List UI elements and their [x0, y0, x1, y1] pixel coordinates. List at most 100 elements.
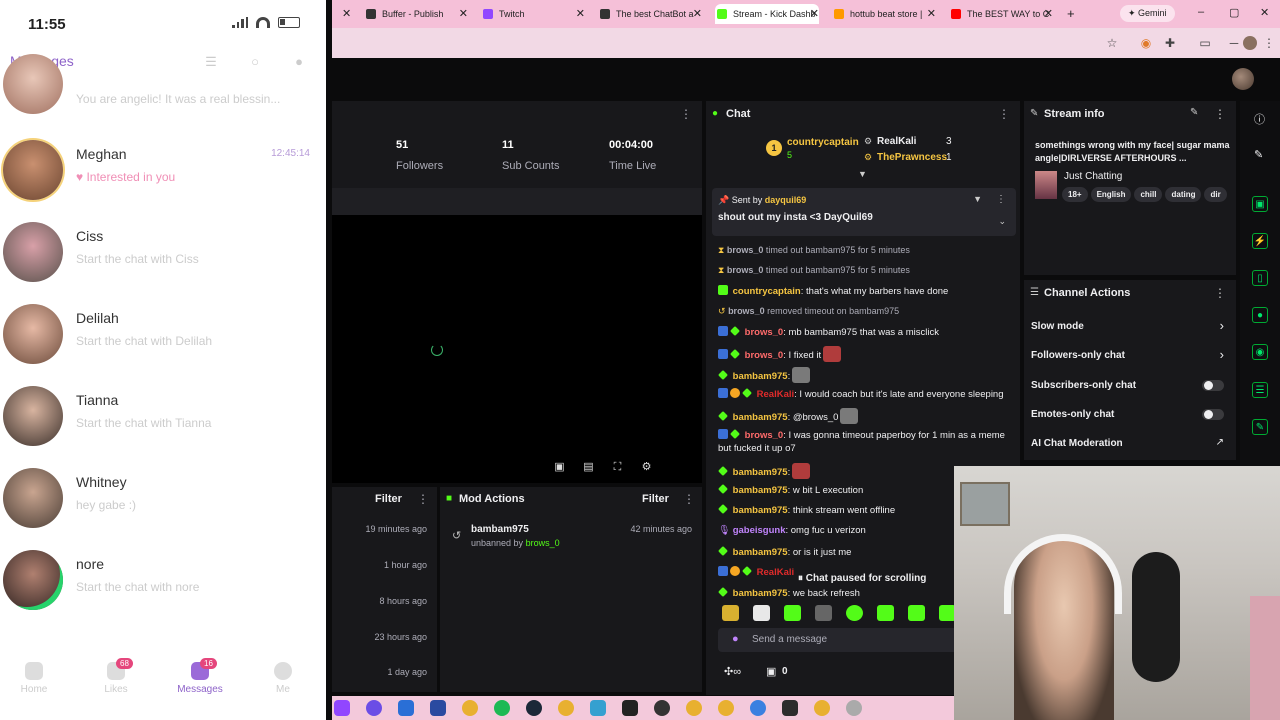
close-tab-icon[interactable]: ✕ — [693, 4, 702, 24]
gemini-button[interactable]: ✦ Gemini — [1120, 5, 1175, 22]
stream-preview[interactable] — [332, 215, 702, 483]
filter-button[interactable]: Filter — [375, 493, 402, 505]
browser-tab[interactable]: The BEST WAY to C ✕ — [949, 4, 1053, 24]
category-thumbnail[interactable] — [1035, 171, 1057, 199]
chat-user[interactable]: RealKali — [757, 389, 795, 400]
browser-app-icon[interactable] — [750, 700, 766, 716]
emote-image[interactable] — [753, 605, 770, 621]
top-chatter-name[interactable]: ThePrawncess — [877, 152, 947, 163]
nav-messages[interactable]: 16 Messages — [172, 658, 228, 695]
stream-title-text[interactable]: somethings wrong with my face| sugar mam… — [1035, 139, 1231, 165]
panel-menu-icon[interactable]: ⋮ — [1214, 107, 1226, 121]
extensions-icon[interactable]: ✚ — [1163, 36, 1177, 50]
edit-icon[interactable]: ✎ — [1190, 107, 1198, 118]
contact-row[interactable]: Ciss Start the chat with Ciss — [0, 222, 326, 304]
address-bar[interactable]: ☆ ◉ ✚ ▭ ─ ⋮ — [332, 28, 1280, 58]
chrome-app-icon[interactable] — [718, 700, 734, 716]
nav-home[interactable]: Home — [6, 662, 62, 695]
panel-menu-icon[interactable]: ⋮ — [683, 492, 695, 506]
close-tab-icon[interactable]: ✕ — [927, 4, 936, 24]
minimize-icon[interactable]: – — [1198, 6, 1204, 18]
emotes-only-toggle[interactable] — [1202, 409, 1224, 420]
tag[interactable]: dir — [1204, 187, 1227, 202]
chat-user[interactable]: brows_0 — [727, 245, 764, 255]
twitch-app-icon[interactable] — [334, 700, 350, 716]
panel-menu-icon[interactable]: ⋮ — [680, 107, 692, 121]
pencil-icon[interactable]: ✎ — [1254, 148, 1263, 161]
chat-user[interactable]: bambam975 — [733, 588, 788, 599]
contact-row[interactable]: Delilah Start the chat with Delilah — [0, 304, 326, 386]
emote-image[interactable] — [846, 605, 863, 621]
pinned-message[interactable]: 📌 Sent by dayquil69 shout out my insta <… — [712, 188, 1016, 236]
chrome-app-icon[interactable] — [814, 700, 830, 716]
new-tab-icon[interactable]: + — [1067, 6, 1075, 21]
bolt-icon[interactable]: ⚡ — [1252, 233, 1268, 249]
contact-row[interactable]: Tianna Start the chat with Tianna — [0, 386, 326, 468]
top-chatter-name[interactable]: RealKali — [877, 136, 916, 147]
mod-action-user[interactable]: bambam975 — [471, 524, 529, 535]
emote-image[interactable] — [908, 605, 925, 621]
chevron-right-icon[interactable]: › — [1220, 318, 1224, 333]
chat-menu-icon[interactable]: ⋮ — [998, 107, 1010, 121]
chat-user[interactable]: brows_0 — [745, 350, 784, 361]
panel-menu-icon[interactable]: ⋮ — [1214, 286, 1226, 300]
bookmark-star-icon[interactable]: ☆ — [1105, 36, 1119, 50]
subscribers-only-toggle[interactable] — [1202, 380, 1224, 391]
external-link-icon[interactable]: ↗ — [1216, 437, 1224, 448]
window-app-icon[interactable] — [398, 700, 414, 716]
contact-row[interactable]: You are angelic! It was a real blessin..… — [0, 54, 326, 148]
browser-tab-active[interactable]: Stream - Kick Dashb ✕ — [715, 4, 819, 24]
followers-only-item[interactable]: Followers-only chat — [1031, 350, 1125, 361]
popout-icon[interactable]: ▤ — [582, 461, 595, 474]
chat-user[interactable]: brows_0 — [745, 327, 784, 338]
settings-app-icon[interactable] — [846, 700, 862, 716]
maximize-icon[interactable]: ▢ — [1229, 6, 1239, 19]
chat-paused-banner[interactable]: ⏸ Chat paused for scrolling — [798, 573, 926, 584]
terminal-app-icon[interactable] — [782, 700, 798, 716]
theatre-mode-icon[interactable]: ▣ — [553, 461, 566, 474]
vscode-app-icon[interactable] — [430, 700, 446, 716]
chat-user[interactable]: gabeisgunk — [733, 525, 786, 536]
mod-action-by[interactable]: brows_0 — [526, 538, 560, 548]
panel-menu-icon[interactable]: ⋮ — [417, 492, 429, 506]
chat-user[interactable]: brows_0 — [728, 306, 765, 316]
browser-tab[interactable]: Buffer - Publish ✕ — [364, 4, 468, 24]
chat-user[interactable]: bambam975 — [733, 547, 788, 558]
epic-games-app-icon[interactable] — [622, 700, 638, 716]
chrome-app-icon[interactable] — [462, 700, 478, 716]
chrome-app-icon[interactable] — [686, 700, 702, 716]
sidepanel-icon[interactable]: ▭ — [1198, 36, 1212, 50]
browser-tab[interactable]: Twitch ✕ — [481, 4, 585, 24]
profile-avatar-icon[interactable] — [1243, 36, 1257, 50]
category-name[interactable]: Just Chatting — [1064, 171, 1122, 182]
info-icon[interactable]: ⓘ — [1254, 111, 1265, 127]
top-chatter-name[interactable]: countrycaptain — [787, 137, 859, 148]
user-avatar[interactable] — [1232, 68, 1254, 90]
emote-image[interactable] — [784, 605, 801, 621]
obs-app-icon[interactable] — [654, 700, 670, 716]
contact-row[interactable]: nore Start the chat with nore — [0, 550, 326, 632]
menu-icon[interactable]: ⋮ — [1262, 36, 1276, 50]
chat-user[interactable]: bambam975 — [733, 485, 788, 496]
wrench-icon[interactable]: ✎ — [1252, 419, 1268, 435]
chevron-down-icon[interactable]: ⌄ — [998, 216, 1006, 227]
spotify-app-icon[interactable] — [494, 700, 510, 716]
chevron-right-icon[interactable]: › — [1220, 347, 1224, 362]
minus-icon[interactable]: ─ — [1227, 36, 1241, 50]
pin-icon[interactable]: ▼ — [973, 194, 982, 204]
browser-tab[interactable]: The best ChatBot a ✕ — [598, 4, 702, 24]
list-icon[interactable]: ☰ — [1252, 382, 1268, 398]
close-tab-icon[interactable]: ✕ — [342, 7, 351, 20]
chat-points-icon[interactable]: ✣∞ — [724, 665, 741, 678]
emote-image[interactable] — [722, 605, 739, 621]
nav-likes[interactable]: 68 Likes — [88, 658, 144, 695]
chat-user[interactable]: bambam975 — [733, 412, 788, 423]
close-tab-icon[interactable]: ✕ — [810, 4, 819, 24]
close-tab-icon[interactable]: ✕ — [576, 4, 585, 24]
discord-app-icon[interactable] — [366, 700, 382, 716]
files-app-icon[interactable] — [590, 700, 606, 716]
tag[interactable]: English — [1090, 187, 1132, 202]
chat-user[interactable]: bambam975 — [733, 467, 788, 478]
gift-icon[interactable]: ▣ — [766, 665, 776, 678]
rss-icon[interactable]: ◉ — [1139, 36, 1153, 50]
